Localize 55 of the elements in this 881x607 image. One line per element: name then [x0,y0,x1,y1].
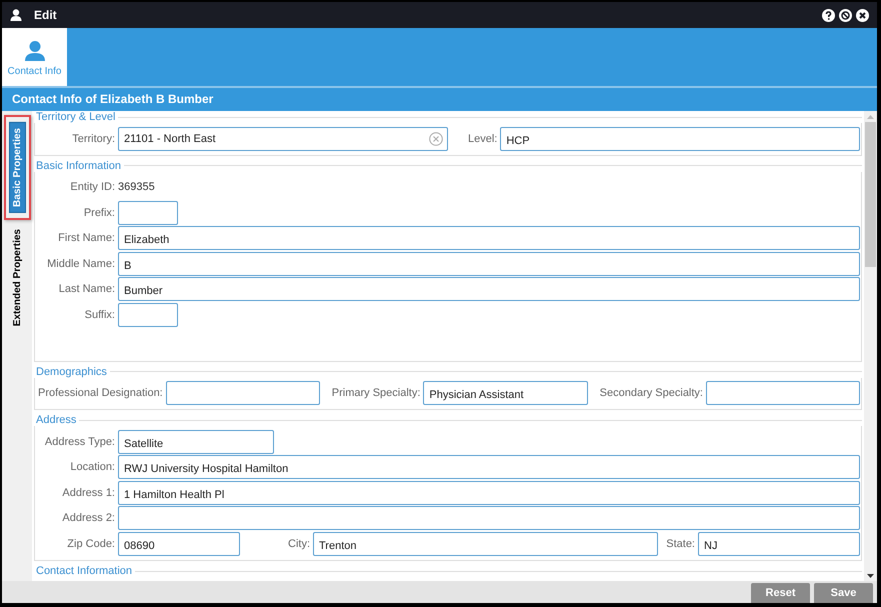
input-field[interactable] [118,200,178,225]
field-label: Primary Specialty: [332,387,420,400]
dropdown-field[interactable]: 21101 - North East [118,126,448,151]
input-field[interactable] [706,381,860,406]
scroll-down-icon[interactable] [867,574,874,578]
window-title: Edit [34,8,57,22]
field-label: Zip Code: [66,538,115,550]
help-icon[interactable] [822,8,835,22]
input-field[interactable]: Trenton [313,532,658,556]
field-label: City: [288,538,310,550]
input-field[interactable]: Elizabeth [118,226,860,250]
section-legend: Contact Information [36,565,132,577]
minimize-icon[interactable] [839,8,852,22]
input-field[interactable]: Physician Assistant [423,381,588,406]
input-field[interactable]: Bumber [118,277,860,302]
field-label: Location: [69,461,115,474]
scroll-thumb[interactable] [865,122,876,267]
field-label: Professional Designation: [38,387,163,400]
input-field[interactable]: Satellite [118,430,274,454]
field-label: Entity ID: [69,181,115,194]
section-legend: Demographics [36,366,107,378]
field-label: State: [666,538,695,550]
section-legend: Territory & Level [36,111,116,123]
field-label: Secondary Specialty: [600,387,703,400]
field-label: Address 1: [61,486,115,499]
input-field[interactable]: B [118,252,860,276]
input-field[interactable] [118,506,860,530]
field-label: First Name: [57,232,115,244]
scroll-up-icon[interactable] [867,115,874,119]
person-icon [24,41,46,61]
field-label: Address 2: [61,512,115,524]
section-legend: Basic Information [36,160,121,172]
side-tab[interactable]: Basic Properties [8,122,26,213]
section-header: Contact Info of Elizabeth B Bumber [2,88,877,111]
field-label: Prefix: [82,206,115,219]
input-field[interactable]: NJ [698,532,860,556]
input-field[interactable]: RWJ University Hospital Hamilton [118,455,860,480]
field-label: Level: [468,132,498,145]
input-field[interactable]: 1 Hamilton Health Pl [118,480,860,505]
side-tab[interactable]: Extended Properties [10,224,24,332]
input-field[interactable]: 08690 [118,532,240,556]
field-label: Last Name: [58,283,115,296]
section-legend: Address [36,414,76,426]
field-label: Middle Name: [46,258,115,270]
input-field[interactable] [166,381,320,406]
field-label: Territory: [71,132,115,145]
field-label: Suffix: [84,308,115,321]
input-field[interactable]: HCP [500,126,860,151]
scrollbar[interactable] [864,111,877,581]
field-label: Address Type: [44,436,115,448]
user-icon [10,9,22,21]
field-value: 369355 [118,181,155,194]
close-icon[interactable] [856,8,869,22]
input-field[interactable] [118,302,178,327]
clear-icon[interactable] [429,132,443,146]
